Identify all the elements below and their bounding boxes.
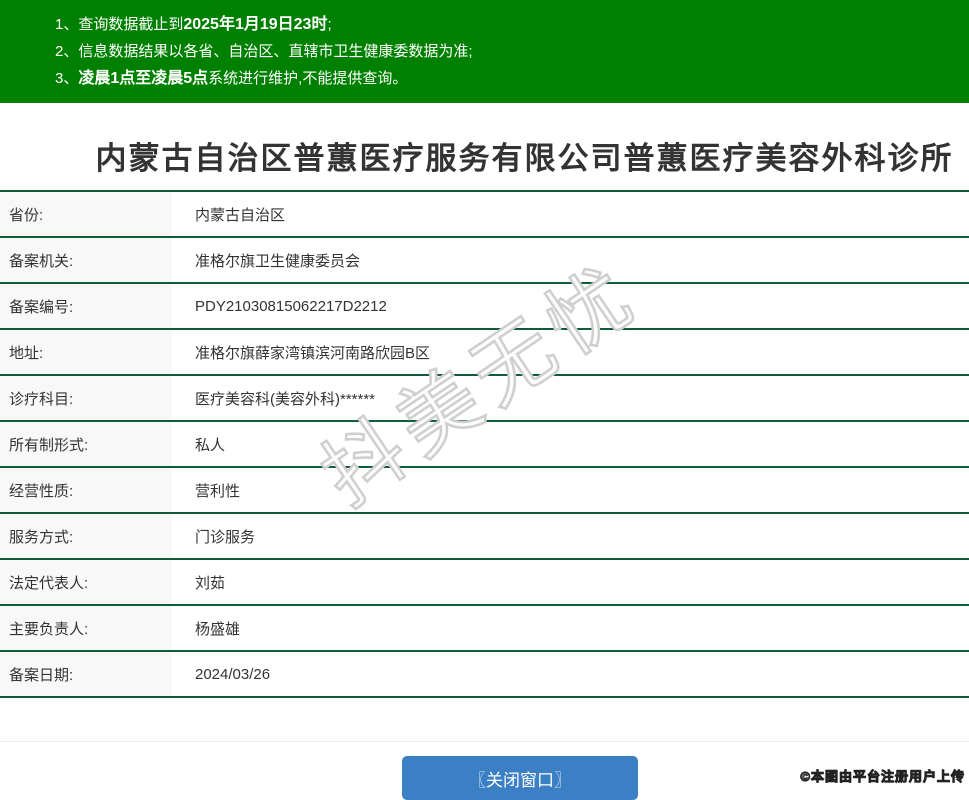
page-title: 内蒙古自治区普蕙医疗服务有限公司普蕙医疗美容外科诊所 (95, 141, 954, 176)
row-label: 主要负责人: (0, 606, 172, 650)
row-label: 省份: (0, 192, 172, 236)
notice-text-bold: 2025年1月19日23时 (183, 16, 328, 33)
table-row-record-authority: 备案机关: 准格尔旗卫生健康委员会 (0, 238, 969, 284)
table-row-principal: 主要负责人: 杨盛雄 (0, 606, 969, 652)
row-label: 服务方式: (0, 514, 172, 558)
row-value: 刘茹 (195, 574, 226, 592)
row-label: 经营性质: (0, 468, 172, 512)
copyright-text: ©本图由平台注册用户上传 (800, 769, 965, 785)
row-value: 医疗美容科(美容外科)****** (195, 390, 376, 408)
row-label: 地址: (0, 330, 172, 374)
row-value: 营利性 (195, 482, 241, 500)
row-label: 所有制形式: (0, 422, 172, 466)
notice-banner: 1、查询数据截止到2025年1月19日23时; 2、信息数据结果以各省、自治区、… (0, 0, 969, 103)
table-row-province: 省份: 内蒙古自治区 (0, 192, 969, 238)
notice-line-2: 2、信息数据结果以各省、自治区、直辖市卫生健康委数据为准; (55, 38, 969, 65)
notice-number: 2、 (55, 43, 79, 60)
notice-text: 查询数据截止到 (78, 16, 184, 33)
row-value: PDY21030815062217D2212 (195, 297, 387, 315)
table-row-business-nature: 经营性质: 营利性 (0, 468, 969, 514)
notice-number: 3、 (55, 70, 79, 87)
table-row-service-mode: 服务方式: 门诊服务 (0, 514, 969, 560)
notice-line-1: 1、查询数据截止到2025年1月19日23时; (55, 11, 969, 38)
row-value: 2024/03/26 (195, 665, 271, 683)
row-value: 杨盛雄 (195, 620, 241, 638)
notice-line-3: 3、凌晨1点至凌晨5点系统进行维护,不能提供查询。 (55, 65, 969, 92)
table-row-record-date: 备案日期: 2024/03/26 (0, 652, 969, 698)
row-value: 内蒙古自治区 (195, 206, 286, 224)
notice-number: 1、 (55, 16, 79, 33)
row-label: 备案编号: (0, 284, 172, 328)
info-table: 省份: 内蒙古自治区 备案机关: 准格尔旗卫生健康委员会 备案编号: PDY21… (0, 190, 969, 698)
row-label: 备案日期: (0, 652, 172, 696)
table-row-legal-representative: 法定代表人: 刘茹 (0, 560, 969, 606)
notice-text: 系统进行维护,不能提供查询。 (208, 70, 408, 87)
notice-text-bold: 凌晨1点至凌晨5点 (78, 70, 209, 87)
row-value: 私人 (195, 436, 226, 454)
notice-text: 信息数据结果以各省、自治区、直辖市卫生健康委数据为准; (78, 43, 473, 60)
table-row-address: 地址: 准格尔旗薛家湾镇滨河南路欣园B区 (0, 330, 969, 376)
footer-divider (0, 741, 969, 742)
close-window-button[interactable]: 〖关闭窗口〗 (402, 756, 638, 800)
notice-text: ; (327, 16, 332, 33)
row-value: 准格尔旗卫生健康委员会 (195, 252, 361, 270)
table-row-clinical-subjects: 诊疗科目: 医疗美容科(美容外科)****** (0, 376, 969, 422)
table-row-ownership-form: 所有制形式: 私人 (0, 422, 969, 468)
row-label: 备案机关: (0, 238, 172, 282)
table-row-record-number: 备案编号: PDY21030815062217D2212 (0, 284, 969, 330)
row-label: 法定代表人: (0, 560, 172, 604)
row-label: 诊疗科目: (0, 376, 172, 420)
row-value: 门诊服务 (195, 528, 256, 546)
row-value: 准格尔旗薛家湾镇滨河南路欣园B区 (195, 344, 431, 362)
